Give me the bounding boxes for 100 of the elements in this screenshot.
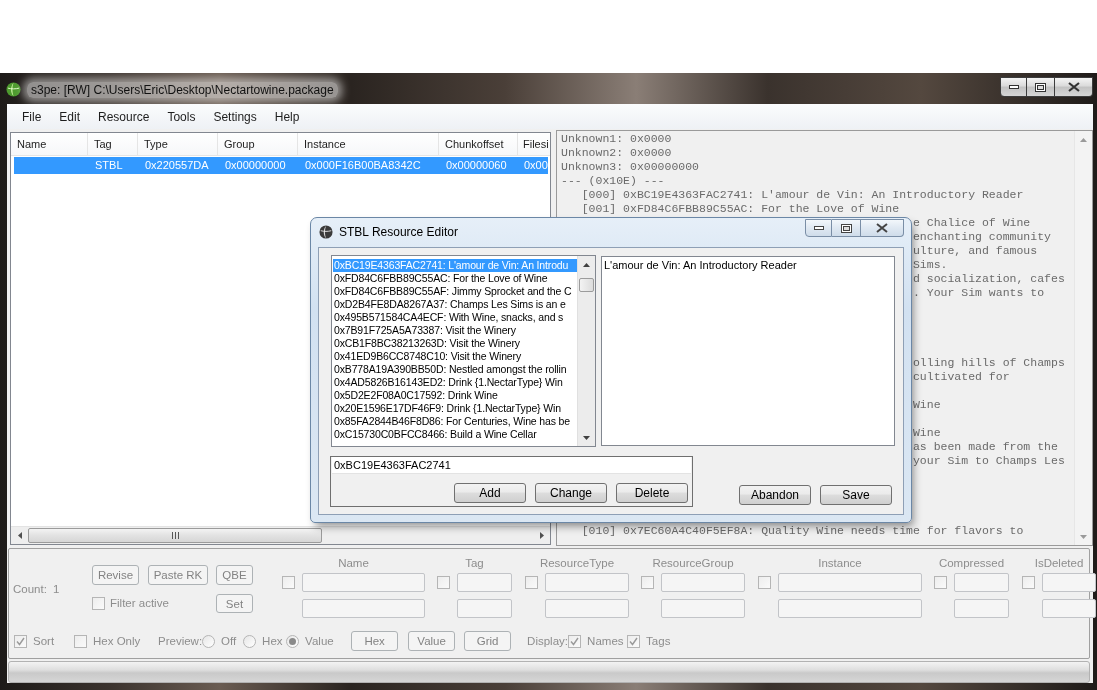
preview-line: Unknown1: 0x0000 — [561, 132, 672, 145]
preview-line: enchanting community — [912, 230, 1051, 243]
preview-line: . Your Sim wants to — [912, 286, 1045, 299]
radio-label: Off — [221, 634, 237, 648]
preview-label: Preview: — [158, 634, 203, 648]
checkbox-label: Tags — [646, 634, 671, 648]
preview-line: e Chalice of Wine — [912, 216, 1031, 229]
arrow-up-icon[interactable] — [583, 262, 590, 267]
maximize-icon — [1035, 82, 1046, 92]
preview-line: --- (0x10E) --- — [561, 174, 665, 187]
tick-icon — [16, 636, 25, 646]
column-header[interactable]: Group — [218, 133, 298, 155]
column-filter-label: ResourceGroup — [652, 557, 734, 570]
checkbox-label: Sort — [33, 634, 55, 648]
list-item[interactable]: 0xCB1F8BC38213263D: Visit the Winery — [333, 337, 577, 350]
scrollbar-thumb[interactable] — [579, 278, 594, 292]
minimize-button[interactable] — [1000, 77, 1027, 97]
preview-line: [001] 0xFD84C6FBB89C55AC: For the Love of Wine — [581, 202, 900, 215]
column-header[interactable]: Instance — [298, 133, 439, 155]
change-button[interactable]: Change — [535, 483, 607, 503]
horizontal-scrollbar[interactable] — [11, 526, 550, 544]
list-item[interactable]: 0xFD84C6FBB89C55AF: Jimmy Sprocket and the C — [333, 285, 577, 298]
checkbox-label: Filter active — [110, 597, 169, 610]
list-item[interactable]: 0x85FA2844B46F8D86: For Centuries, Wine has be — [333, 415, 577, 428]
preview-line: your Sim to Champs Les — [912, 454, 1065, 467]
close-icon — [876, 223, 888, 233]
preview-line: Wine — [912, 398, 941, 411]
table-cell-text: STBL — [94, 158, 124, 173]
save-button[interactable]: Save — [820, 485, 892, 505]
close-button[interactable] — [861, 219, 904, 237]
checkbox-label: Hex Only — [93, 634, 141, 648]
column-filter-label: ResourceType — [539, 557, 615, 570]
count-value: 1 — [52, 582, 60, 596]
list-item[interactable]: 0xC15730C0BFCC8466: Build a Wine Cellar — [333, 428, 577, 441]
grip-icon — [171, 532, 179, 539]
table-cell-text: 0x00 — [523, 158, 548, 173]
string-list[interactable] — [331, 255, 596, 447]
column-filter-label: IsDeleted — [1034, 557, 1084, 570]
maximize-icon — [840, 223, 852, 233]
arrow-down-icon[interactable] — [583, 435, 590, 440]
window-title: s3pe: [RW] C:\Users\Eric\Desktop\Nectartowine.package — [27, 82, 338, 98]
checkbox-label: Names — [587, 634, 624, 648]
column-filter-label: Compressed — [938, 557, 1005, 570]
scrollbar-thumb[interactable] — [28, 528, 322, 543]
preview-line: Unknown3: 0x00000000 — [561, 160, 700, 173]
list-item[interactable]: 0xD2B4FE8DA8267A37: Champs Les Sims is an e — [333, 298, 577, 311]
table-cell-text: 0x00000000 — [224, 158, 287, 173]
preview-line: ulture, and famous — [912, 244, 1038, 257]
list-item[interactable]: 0x20E1596E17DF46F9: Drink {1.NectarType} Win — [333, 402, 577, 415]
menu-item[interactable]: Settings — [204, 107, 266, 126]
table-cell-text: 0x220557DA — [144, 158, 210, 173]
menu-item[interactable]: Edit — [50, 107, 90, 126]
count-label: Count: — [13, 582, 47, 596]
arrow-left-icon[interactable] — [17, 532, 22, 539]
preview-line: [000] 0xBC19E4363FAC2741: L'amour de Vin: An Introductory Reader — [581, 188, 1024, 201]
preview-line: Unknown2: 0x0000 — [561, 146, 672, 159]
arrow-right-icon[interactable] — [539, 532, 544, 539]
delete-button[interactable]: Delete — [616, 483, 688, 503]
tick-icon — [570, 636, 580, 646]
minimize-button[interactable] — [805, 219, 832, 237]
list-item[interactable]: 0x495B571584CA4ECF: With Wine, snacks, and s — [333, 311, 577, 324]
dialog-title: STBL Resource Editor — [339, 225, 458, 240]
abandon-button[interactable]: Abandon — [739, 485, 811, 505]
list-item[interactable]: 0x7B91F725A5A73387: Visit the Winery — [333, 324, 577, 337]
orb-icon — [319, 225, 333, 239]
maximize-button[interactable] — [1027, 77, 1055, 97]
close-icon — [1067, 82, 1080, 92]
column-header[interactable]: Tag — [88, 133, 138, 155]
add-button[interactable]: Add — [454, 483, 526, 503]
list-item[interactable]: 0x4AD5826B16143ED2: Drink {1.NectarType} Win — [333, 376, 577, 389]
list-item[interactable]: 0xFD84C6FBB89C55AC: For the Love of Wine — [333, 272, 577, 285]
vertical-scrollbar[interactable] — [577, 256, 595, 446]
display-label: Display: — [527, 634, 568, 648]
preview-line: [010] 0x7EC60A4C40F5EF8A: Quality Wine needs time for flavors to — [581, 524, 1024, 537]
column-header[interactable]: Type — [138, 133, 218, 155]
value-text-field[interactable]: L'amour de Vin: An Introductory Reader — [601, 256, 895, 446]
preview-line: as been made from the — [912, 440, 1058, 453]
list-item[interactable]: 0xB778A19A390BB50D: Nestled amongst the rollin — [333, 363, 577, 376]
list-item[interactable]: 0x41ED9B6CC8748C10: Visit the Winery — [333, 350, 577, 363]
list-item[interactable]: 0x5D2E2F08A0C17592: Drink Wine — [333, 389, 577, 402]
column-header[interactable]: Name — [11, 133, 88, 155]
column-header[interactable]: Chunkoffset — [439, 133, 518, 155]
column-filter-label: Instance — [818, 557, 862, 570]
column-filter-label: Tag — [465, 557, 484, 570]
column-header[interactable]: Filesi — [518, 133, 550, 155]
maximize-button[interactable] — [832, 219, 861, 237]
radio-label: Hex — [262, 634, 283, 648]
preview-line: cultivated for — [912, 370, 1010, 383]
radio-label: Value — [305, 634, 334, 648]
table-cell-text: 0x00000060 — [445, 158, 508, 173]
menu-item[interactable]: Help — [265, 107, 309, 126]
menu-item[interactable]: File — [13, 107, 51, 126]
preview-line: Wine — [912, 426, 941, 439]
radio-dot-icon — [289, 637, 297, 645]
menu-item[interactable]: Resource — [89, 107, 159, 126]
close-button[interactable] — [1055, 77, 1093, 97]
key-input-field[interactable]: 0xBC19E4363FAC2741 — [332, 457, 691, 474]
preview-line: Sims. — [912, 258, 948, 271]
minimize-icon — [813, 226, 824, 230]
menu-item[interactable]: Tools — [158, 107, 205, 126]
